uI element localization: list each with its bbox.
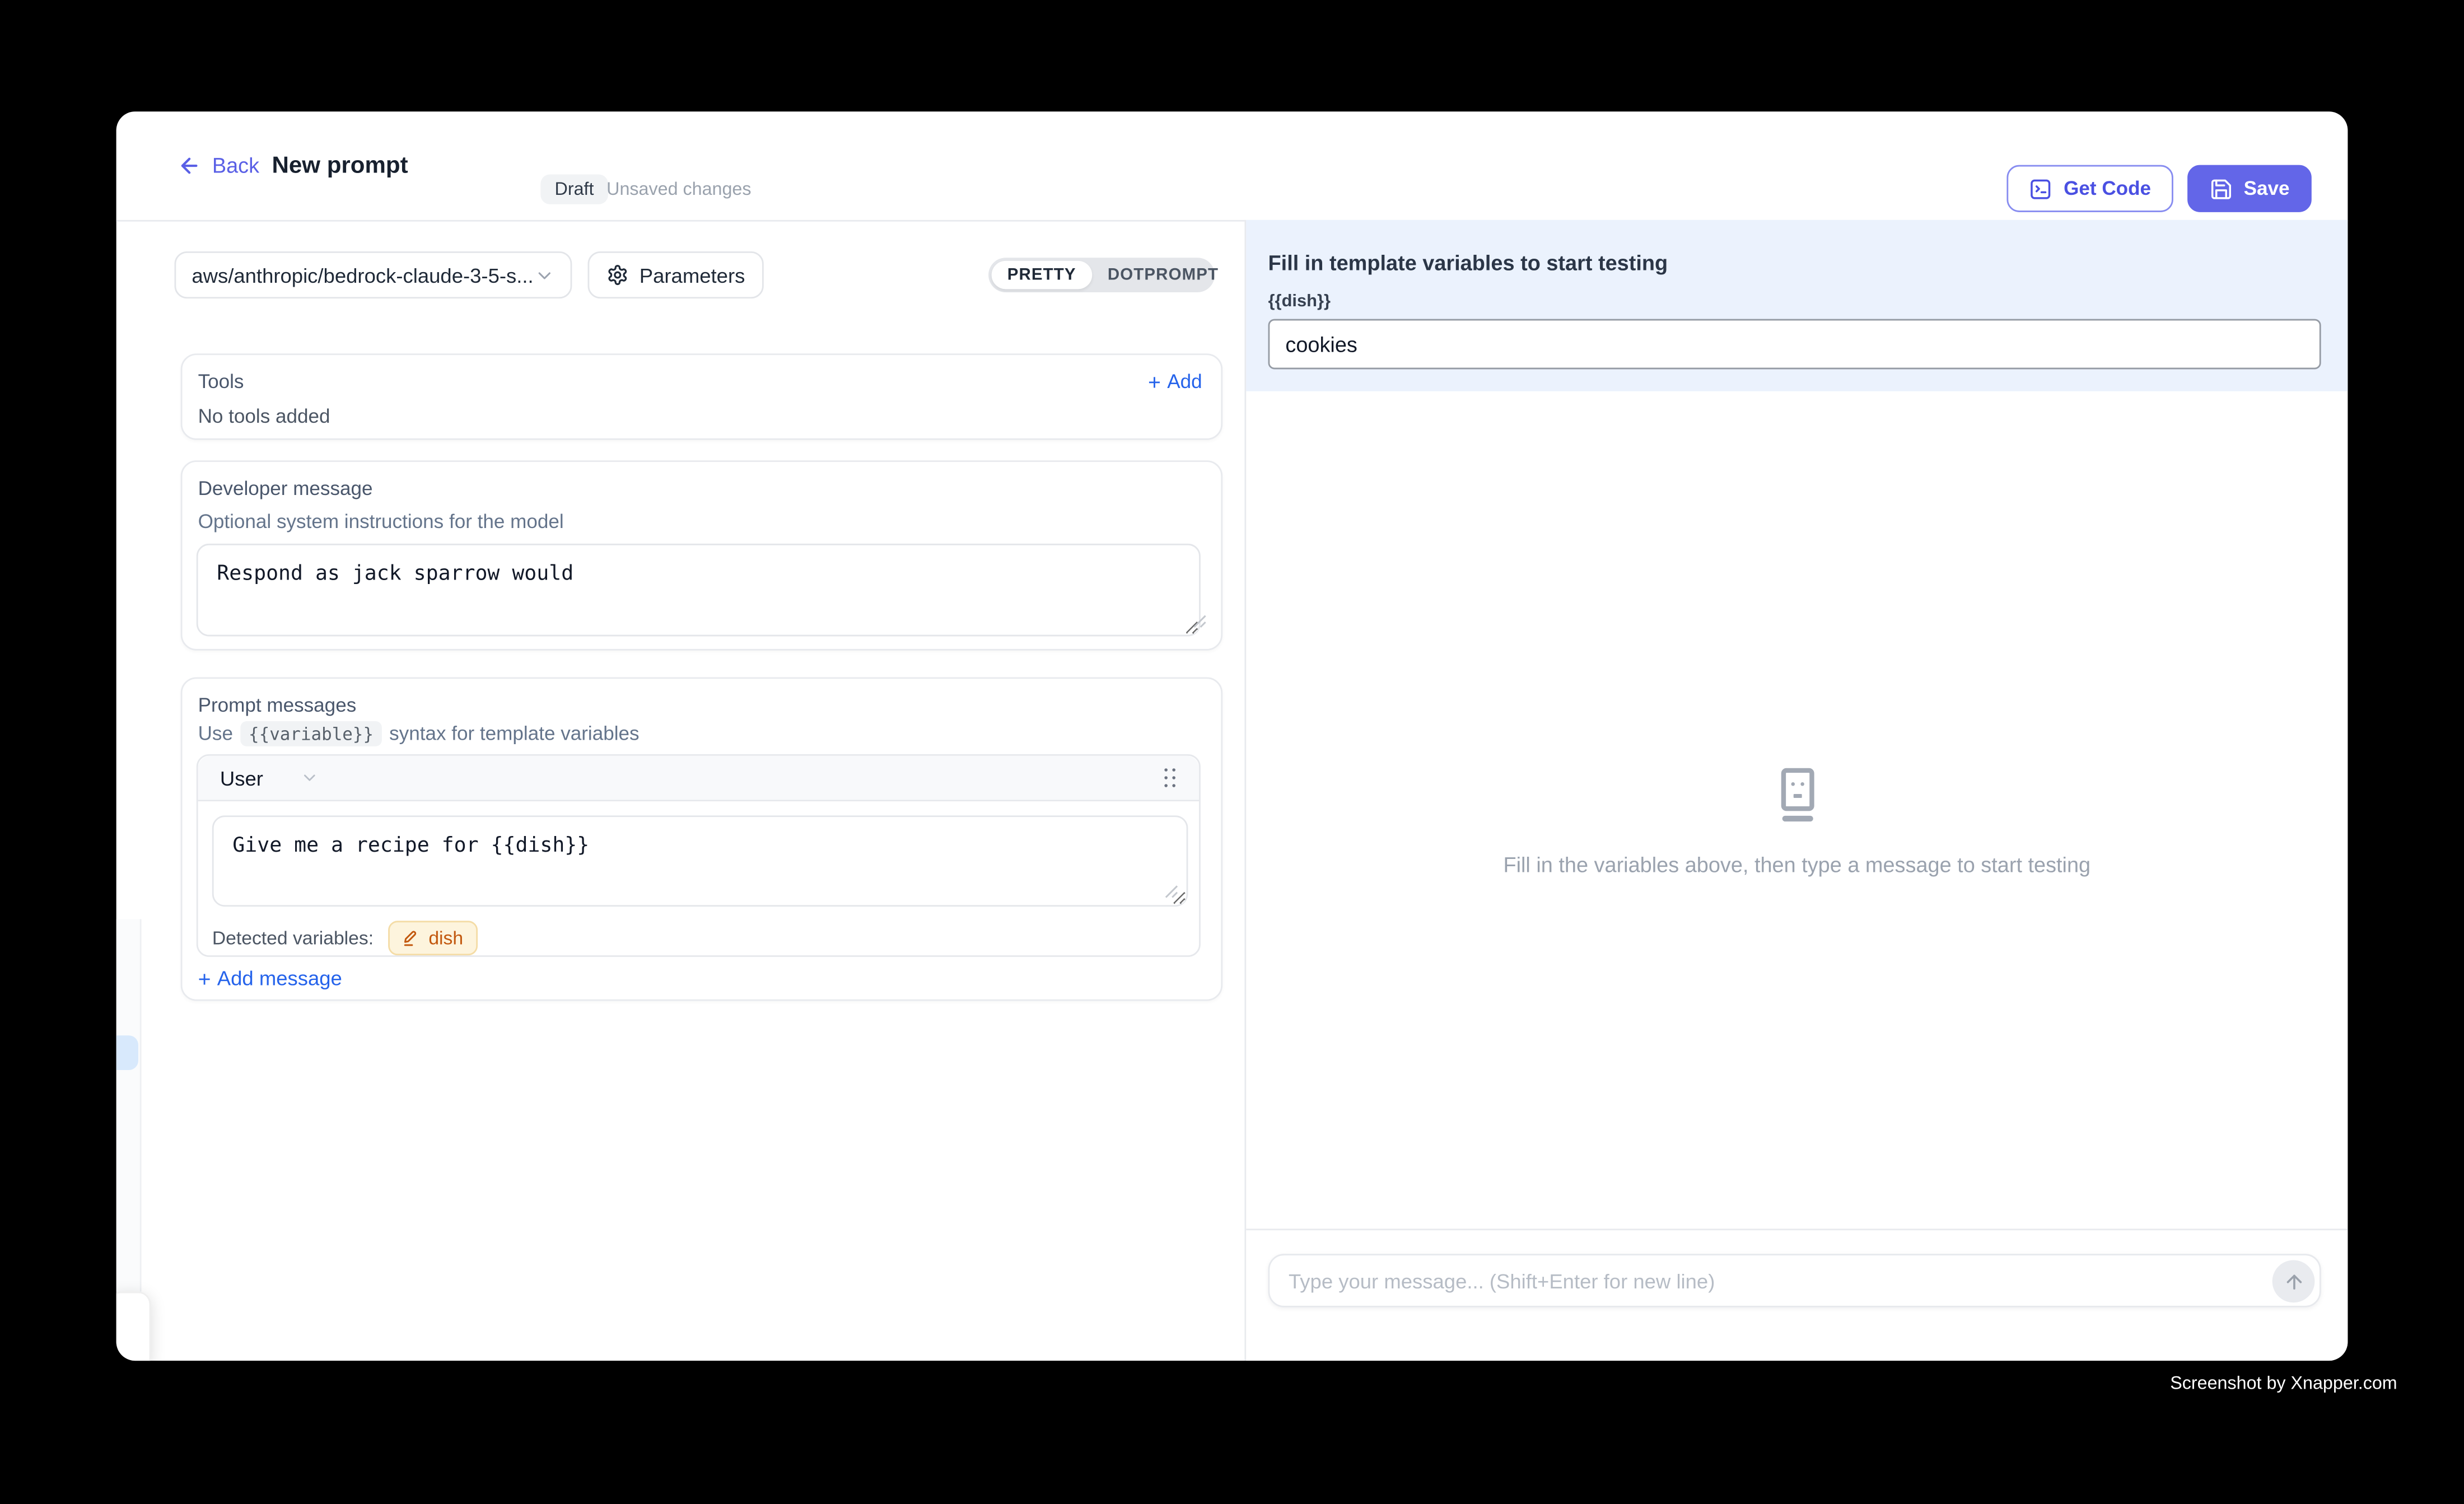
save-label: Save xyxy=(2244,178,2290,199)
toggle-dotprompt[interactable]: DOTPROMPT xyxy=(1092,261,1234,289)
view-toggle: PRETTY DOTPROMPT xyxy=(988,258,1215,292)
testing-title: Fill in template variables to start test… xyxy=(1268,251,1668,275)
hint-suffix: syntax for template variables xyxy=(389,723,639,745)
detected-variables-row: Detected variables: dish xyxy=(212,921,478,955)
message-block: User Give me a recipe for {{dish}} Detec… xyxy=(197,754,1201,957)
tools-empty-text: No tools added xyxy=(198,405,330,427)
back-label: Back xyxy=(212,154,259,178)
save-button[interactable]: Save xyxy=(2187,165,2312,212)
get-code-label: Get Code xyxy=(2064,178,2151,199)
developer-message-title: Developer message xyxy=(198,478,373,499)
variable-syntax-chip: {{variable}} xyxy=(241,721,381,746)
drag-handle-icon[interactable] xyxy=(1164,768,1177,788)
plus-icon: + xyxy=(1148,371,1161,393)
pencil-icon xyxy=(402,928,421,947)
sidebar-active-item[interactable] xyxy=(116,1035,138,1070)
parameters-button[interactable]: Parameters xyxy=(587,251,763,298)
collapsed-sidebar-strip xyxy=(116,919,142,1292)
send-button[interactable] xyxy=(2272,1260,2315,1303)
variable-name-label: {{dish}} xyxy=(1268,292,1331,311)
chat-message-input[interactable] xyxy=(1270,1255,2319,1306)
prompt-messages-title: Prompt messages xyxy=(198,694,357,716)
role-select-value: User xyxy=(220,766,263,790)
add-message-button[interactable]: + Add message xyxy=(198,966,342,990)
variable-value-input[interactable] xyxy=(1268,319,2321,370)
chevron-down-icon xyxy=(534,265,554,285)
chat-input-section xyxy=(1246,1229,2348,1361)
detected-variables-label: Detected variables: xyxy=(212,927,374,949)
message-header: User xyxy=(198,756,1199,801)
testing-panel: Fill in template variables to start test… xyxy=(1244,220,2348,1361)
tools-card: Tools + Add No tools added xyxy=(181,353,1222,440)
resize-grip-icon[interactable] xyxy=(1193,614,1207,628)
chevron-down-icon xyxy=(301,768,320,787)
chat-empty-text: Fill in the variables above, then type a… xyxy=(1503,853,2090,877)
chat-input-container xyxy=(1268,1254,2321,1307)
status-badge: Draft xyxy=(540,174,608,204)
prompt-editor-window: Back New prompt Draft Unsaved changes Ge… xyxy=(116,111,2348,1361)
get-code-button[interactable]: Get Code xyxy=(2007,165,2173,212)
arrow-left-icon xyxy=(178,154,201,178)
template-hint: Use {{variable}} syntax for template var… xyxy=(198,721,640,746)
arrow-up-icon xyxy=(2283,1271,2304,1292)
save-icon xyxy=(2209,177,2233,200)
resize-grip-icon[interactable] xyxy=(1164,885,1178,899)
parameters-label: Parameters xyxy=(640,263,745,287)
plus-icon: + xyxy=(198,967,211,989)
add-message-label: Add message xyxy=(217,966,342,990)
sidebar-popover xyxy=(116,1292,151,1361)
role-select[interactable]: User xyxy=(220,766,320,790)
template-variables-bar: Fill in template variables to start test… xyxy=(1246,220,2348,391)
gear-icon xyxy=(606,264,628,286)
header-actions: Get Code Save xyxy=(2007,165,2312,212)
user-message-textarea[interactable]: Give me a recipe for {{dish}} xyxy=(212,815,1188,907)
add-tool-button[interactable]: + Add xyxy=(1148,371,1202,393)
model-select[interactable]: aws/anthropic/bedrock-claude-3-5-s... xyxy=(174,251,572,298)
unsaved-changes-text: Unsaved changes xyxy=(606,174,751,204)
model-select-value: aws/anthropic/bedrock-claude-3-5-s... xyxy=(192,263,534,287)
robot-face-icon xyxy=(1766,764,1828,826)
page-title: New prompt xyxy=(272,111,408,220)
variable-badge-label: dish xyxy=(428,927,463,949)
toggle-pretty[interactable]: PRETTY xyxy=(992,261,1092,289)
prompt-messages-card: Prompt messages Use {{variable}} syntax … xyxy=(181,677,1222,1001)
hint-prefix: Use xyxy=(198,723,233,745)
terminal-icon xyxy=(2029,177,2052,200)
developer-message-card: Developer message Optional system instru… xyxy=(181,460,1222,651)
add-tool-label: Add xyxy=(1167,371,1202,393)
screenshot-stage: Back New prompt Draft Unsaved changes Ge… xyxy=(0,0,2464,1503)
chat-empty-state: Fill in the variables above, then type a… xyxy=(1246,764,2348,877)
developer-message-textarea[interactable]: Respond as jack sparrow would xyxy=(197,544,1201,637)
tools-title: Tools xyxy=(198,371,244,393)
back-button[interactable]: Back xyxy=(178,111,259,220)
header-bar: Back New prompt Draft Unsaved changes Ge… xyxy=(116,111,2348,221)
variable-badge-dish[interactable]: dish xyxy=(388,921,477,955)
watermark-text: Screenshot by Xnapper.com xyxy=(2170,1375,2397,1394)
developer-message-subtitle: Optional system instructions for the mod… xyxy=(198,511,564,533)
